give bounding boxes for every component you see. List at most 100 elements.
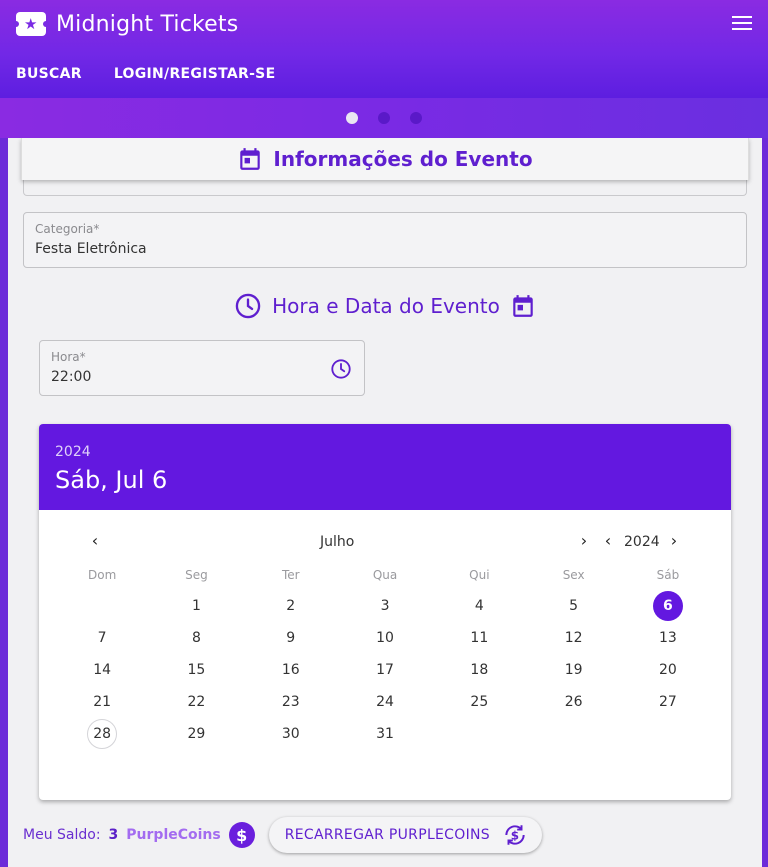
categoria-field[interactable]: Categoria* Festa Eletrônica — [23, 212, 747, 268]
calendar-day[interactable]: 30 — [244, 718, 338, 750]
year-label: 2024 — [624, 534, 660, 550]
calendar-day-label: 31 — [376, 726, 394, 742]
next-month-chevron-icon[interactable]: › — [574, 532, 594, 552]
calendar-day[interactable]: 3 — [338, 590, 432, 622]
weekday-label: Dom — [88, 568, 117, 582]
balance-bar: Meu Saldo: 3 PurpleCoins $ RECARREGAR PU… — [23, 817, 542, 853]
schedule-title: Hora e Data do Evento — [272, 294, 500, 318]
carousel-band — [0, 98, 768, 138]
calendar-day[interactable]: 31 — [338, 718, 432, 750]
ticket-icon: ★ — [13, 12, 49, 36]
calendar-day-label: 3 — [380, 598, 390, 614]
balance-amount: 3 — [108, 827, 119, 843]
calendar-day-label: 21 — [93, 694, 112, 710]
month-navigation: ‹ Julho › ‹ 2024 › — [39, 532, 731, 552]
calendar-day-label: 4 — [474, 598, 484, 614]
next-year-chevron-icon[interactable]: › — [664, 532, 684, 552]
calendar-day-label: 2 — [286, 598, 296, 614]
step-dot[interactable] — [410, 112, 422, 124]
prev-month-chevron-icon[interactable]: ‹ — [85, 532, 105, 552]
calendar-day-label: 13 — [659, 630, 677, 646]
calendar-day-label: 5 — [569, 598, 579, 614]
calendar-day-label: 8 — [191, 630, 201, 646]
form-panel: Informações do Evento Categoria* Festa E… — [8, 138, 762, 867]
calendar-day-label: 20 — [659, 662, 677, 678]
calendar-day[interactable]: 23 — [244, 686, 338, 718]
calendar-day-label: 29 — [187, 726, 206, 742]
calendar-day[interactable]: 5 — [526, 590, 620, 622]
calendar-grid: 1 2 3 4 5 6 7 8 9 10 11 12 13 14 15 16 17 18 19 20 21 22 23 24 2… — [55, 590, 715, 750]
calendar-day[interactable]: 6 — [621, 590, 715, 622]
recharge-button[interactable]: RECARREGAR PURPLECOINS $ — [268, 817, 542, 853]
calendar-day[interactable]: 17 — [338, 654, 432, 686]
calendar-day-label: 7 — [97, 630, 107, 646]
calendar-day-label: 18 — [470, 662, 489, 678]
clock-icon[interactable] — [330, 358, 352, 380]
calendar-day[interactable]: 21 — [55, 686, 149, 718]
calendar-day-label: 30 — [281, 726, 300, 742]
calendar-day[interactable]: 29 — [149, 718, 243, 750]
svg-text:$: $ — [511, 828, 520, 842]
calendar-day-label: 28 — [87, 719, 118, 749]
brand[interactable]: ★ Midnight Tickets — [13, 10, 238, 38]
balance-unit: PurpleCoins — [126, 827, 221, 843]
hora-value: 22:00 — [51, 369, 92, 385]
prev-year-chevron-icon[interactable]: ‹ — [598, 532, 618, 552]
calendar-day[interactable]: 11 — [432, 622, 526, 654]
calendar-day-label: 16 — [281, 662, 300, 678]
month-label: Julho — [320, 534, 355, 550]
calendar-day-label: 1 — [191, 598, 201, 614]
calendar-day[interactable]: 13 — [621, 622, 715, 654]
calendar-day[interactable]: 10 — [338, 622, 432, 654]
date-picker-header: 2024 Sáb, Jul 6 — [39, 424, 731, 510]
calendar-day[interactable]: 8 — [149, 622, 243, 654]
hamburger-menu-icon[interactable] — [732, 16, 752, 32]
calendar-day-label: 6 — [652, 591, 683, 621]
date-picker: 2024 Sáb, Jul 6 ‹ Julho › ‹ 2024 › Dom Se… — [39, 424, 731, 800]
calendar-day[interactable]: 24 — [338, 686, 432, 718]
calendar-day[interactable]: 19 — [526, 654, 620, 686]
app-header: ★ Midnight Tickets BUSCAR LOGIN/REGISTAR… — [0, 0, 768, 98]
calendar-day[interactable]: 9 — [244, 622, 338, 654]
calendar-day[interactable]: 16 — [244, 654, 338, 686]
clock-icon — [235, 293, 261, 319]
calendar-day-label: 24 — [376, 694, 394, 710]
calendar-day-label: 19 — [564, 662, 583, 678]
weekday-header: Dom Seg Ter Qua Qui Sex Sáb — [55, 568, 715, 582]
step-dot[interactable] — [378, 112, 390, 124]
hora-field[interactable]: Hora* 22:00 — [39, 340, 365, 396]
dollar-coin-icon: $ — [228, 822, 255, 848]
calendar-day[interactable]: 28 — [55, 718, 149, 750]
calendar-day-label: 22 — [187, 694, 206, 710]
picker-year[interactable]: 2024 — [55, 444, 715, 460]
calendar-day[interactable]: 14 — [55, 654, 149, 686]
calendar-day[interactable]: 18 — [432, 654, 526, 686]
step-indicator — [346, 112, 422, 124]
calendar-day[interactable]: 2 — [244, 590, 338, 622]
calendar-day[interactable]: 15 — [149, 654, 243, 686]
calendar-day-label: 26 — [564, 694, 583, 710]
calendar-day-label: 9 — [286, 630, 296, 646]
calendar-day-label: 15 — [187, 662, 206, 678]
picker-selected-date: Sáb, Jul 6 — [55, 466, 168, 494]
step-dot[interactable] — [346, 112, 358, 124]
calendar-day[interactable]: 27 — [621, 686, 715, 718]
calendar-day[interactable]: 20 — [621, 654, 715, 686]
nav-login[interactable]: LOGIN/REGISTAR-SE — [114, 66, 276, 82]
calendar-day[interactable]: 4 — [432, 590, 526, 622]
weekday-label: Qui — [469, 568, 490, 582]
empty-day-cell — [55, 590, 149, 622]
calendar-day[interactable]: 7 — [55, 622, 149, 654]
section-header: Informações do Evento — [21, 138, 749, 180]
calendar-day[interactable]: 26 — [526, 686, 620, 718]
calendar-day[interactable]: 22 — [149, 686, 243, 718]
calendar-day-label: 14 — [93, 662, 112, 678]
calendar-day[interactable]: 12 — [526, 622, 620, 654]
section-title: Informações do Evento — [273, 147, 533, 171]
description-field[interactable] — [23, 178, 747, 196]
nav-buscar[interactable]: BUSCAR — [16, 66, 82, 82]
calendar-day-label: 27 — [659, 694, 677, 710]
calendar-day[interactable]: 25 — [432, 686, 526, 718]
calendar-day[interactable]: 1 — [149, 590, 243, 622]
weekday-label: Ter — [281, 568, 300, 582]
